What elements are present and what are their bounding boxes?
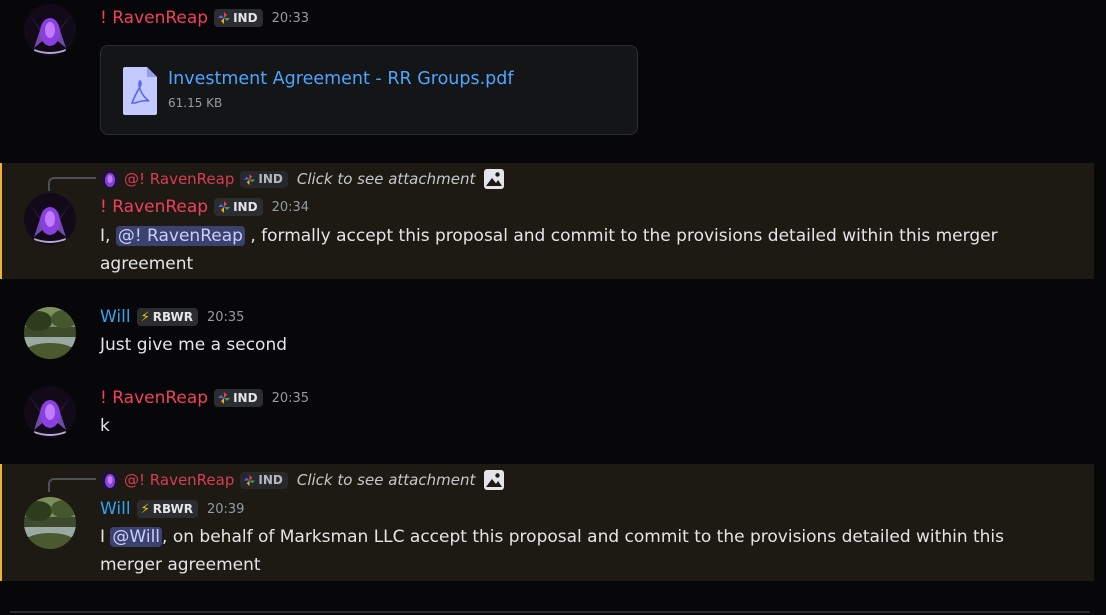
message-1: ! RavenReap IND 20:33 Investment Agreeme… xyxy=(0,0,1094,150)
guild-tag[interactable]: ⚡ RBWR xyxy=(136,308,198,326)
message-text: I xyxy=(100,527,111,547)
author-name[interactable]: ! RavenReap xyxy=(100,388,208,408)
avatar-will[interactable] xyxy=(24,497,76,549)
author-name[interactable]: Will xyxy=(100,307,131,327)
reply-guild-tag-label: IND xyxy=(258,473,283,487)
author-name[interactable]: ! RavenReap xyxy=(100,197,208,217)
timestamp[interactable]: 20:35 xyxy=(272,391,309,406)
diamond-colors-icon xyxy=(218,201,231,213)
message-3: Will ⚡ RBWR 20:35 Just give me a second xyxy=(0,300,1094,366)
message-line-2: agreement xyxy=(100,254,194,274)
message-line-1: I, @! RavenReap , formally accept this p… xyxy=(100,222,998,250)
reply-avatar-icon xyxy=(100,169,120,189)
reply-author[interactable]: @! RavenReap xyxy=(124,170,234,188)
reply-guild-tag: IND xyxy=(240,170,288,188)
reply-text[interactable]: Click to see attachment xyxy=(297,471,476,489)
message-content: I @Will, on behalf of Marksman LLC accep… xyxy=(100,523,1004,579)
pdf-file-icon xyxy=(123,67,157,115)
message-5: @! RavenReap IND Click to see attachment… xyxy=(0,464,1094,581)
user-mention[interactable]: @! RavenReap xyxy=(115,226,245,246)
reply-guild-tag-label: IND xyxy=(258,172,283,186)
author-name[interactable]: ! RavenReap xyxy=(100,8,208,28)
message-header: Will ⚡ RBWR 20:39 xyxy=(100,499,244,519)
reply-guild-tag: IND xyxy=(240,471,288,489)
diamond-colors-icon xyxy=(218,392,231,404)
message-header: Will ⚡ RBWR 20:35 xyxy=(100,307,244,327)
message-header: ! RavenReap IND 20:34 xyxy=(100,197,309,217)
timestamp[interactable]: 20:35 xyxy=(207,310,244,325)
guild-tag[interactable]: IND xyxy=(214,9,263,27)
message-content: Just give me a second xyxy=(100,335,288,355)
message-text: I, xyxy=(100,226,116,246)
guild-tag-label: IND xyxy=(233,200,258,214)
reply-preview[interactable]: @! RavenReap IND Click to see attachment xyxy=(100,469,505,491)
guild-tag-label: IND xyxy=(233,11,258,25)
guild-tag[interactable]: IND xyxy=(214,198,263,216)
message-header: ! RavenReap IND 20:33 xyxy=(100,8,309,28)
avatar-ravenreap[interactable] xyxy=(24,386,76,438)
reply-avatar-icon xyxy=(100,470,120,490)
message-content: k xyxy=(100,416,110,436)
timestamp[interactable]: 20:33 xyxy=(272,11,309,26)
image-icon xyxy=(484,470,505,490)
message-line-1: I @Will, on behalf of Marksman LLC accep… xyxy=(100,523,1004,551)
message-content: I, @! RavenReap , formally accept this p… xyxy=(100,222,998,278)
guild-tag-label: RBWR xyxy=(152,310,193,324)
user-mention[interactable]: @Will xyxy=(110,527,163,547)
file-size: 61.15 KB xyxy=(168,96,223,110)
message-header: ! RavenReap IND 20:35 xyxy=(100,388,309,408)
diamond-colors-icon xyxy=(218,12,231,24)
timestamp[interactable]: 20:34 xyxy=(272,200,309,215)
message-text: , formally accept this proposal and comm… xyxy=(244,226,998,246)
avatar-ravenreap[interactable] xyxy=(24,4,76,56)
reply-preview[interactable]: @! RavenReap IND Click to see attachment xyxy=(100,168,505,190)
file-attachment[interactable]: Investment Agreement - RR Groups.pdf 61.… xyxy=(100,45,638,135)
file-name-link[interactable]: Investment Agreement - RR Groups.pdf xyxy=(168,69,514,89)
reply-spine xyxy=(48,478,96,492)
guild-tag[interactable]: IND xyxy=(214,389,263,407)
guild-tag[interactable]: ⚡ RBWR xyxy=(136,500,198,518)
guild-tag-label: RBWR xyxy=(152,502,193,516)
message-line-2: merger agreement xyxy=(100,555,261,575)
diamond-colors-icon xyxy=(244,173,256,185)
reply-text[interactable]: Click to see attachment xyxy=(297,170,476,188)
message-text: , on behalf of Marksman LLC accept this … xyxy=(162,527,1005,547)
image-icon xyxy=(484,169,505,189)
guild-tag-label: IND xyxy=(233,391,258,405)
diamond-colors-icon xyxy=(244,474,256,486)
message-4: ! RavenReap IND 20:35 k xyxy=(0,382,1094,446)
avatar-will[interactable] xyxy=(24,307,76,359)
message-2: @! RavenReap IND Click to see attachment… xyxy=(0,163,1094,279)
timestamp[interactable]: 20:39 xyxy=(207,502,244,517)
reply-spine xyxy=(48,177,96,191)
composer-divider xyxy=(10,611,1090,613)
avatar-ravenreap[interactable] xyxy=(24,193,76,245)
lightning-icon: ⚡ xyxy=(140,501,150,517)
author-name[interactable]: Will xyxy=(100,499,131,519)
lightning-icon: ⚡ xyxy=(140,309,150,325)
reply-author[interactable]: @! RavenReap xyxy=(124,471,234,489)
